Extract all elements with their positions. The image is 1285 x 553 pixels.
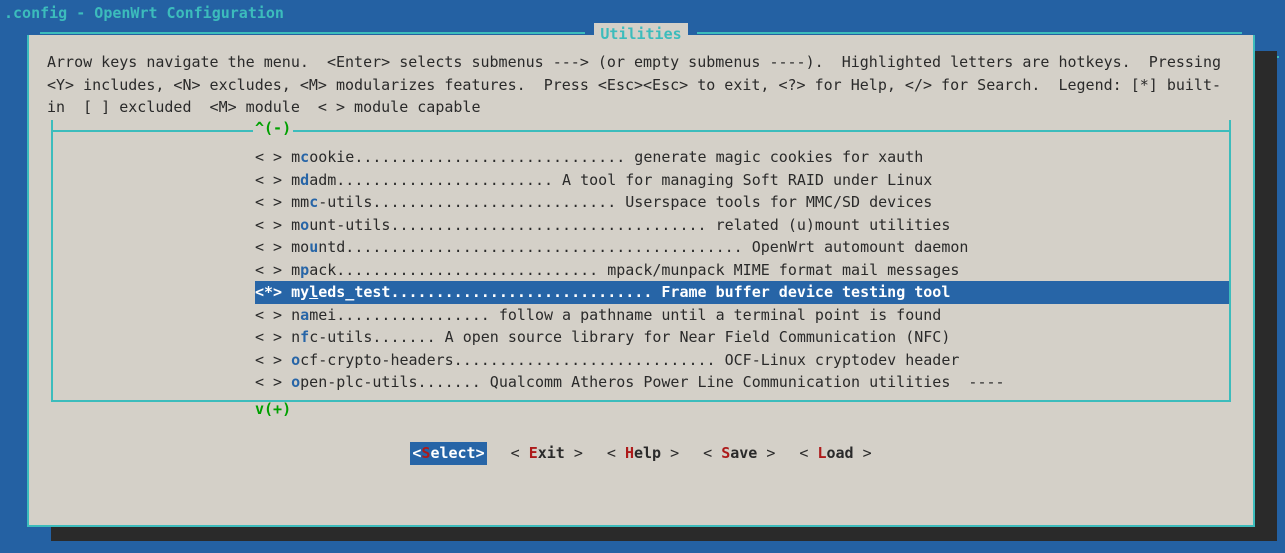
select-button[interactable]: <Select>: [410, 442, 486, 465]
item-label-pre: m: [291, 148, 300, 166]
utilities-panel: Utilities Arrow keys navigate the menu. …: [27, 35, 1255, 527]
angle-left-icon: <: [607, 444, 625, 462]
item-label-post: unt-utils...............................…: [309, 216, 950, 234]
item-checkbox[interactable]: < >: [255, 351, 291, 369]
panel-title-row: Utilities: [29, 23, 1253, 46]
item-label-pre: my: [291, 283, 309, 301]
item-hotkey: l: [309, 283, 318, 301]
item-label-pre: n: [291, 306, 300, 324]
item-hotkey: p: [300, 261, 309, 279]
item-label-post: adm........................ A tool for m…: [309, 171, 932, 189]
menu-item-namei[interactable]: < > namei................. follow a path…: [53, 304, 1229, 327]
scroll-up-icon[interactable]: ^(-): [253, 117, 293, 140]
item-checkbox[interactable]: < >: [255, 373, 291, 391]
menu-item-myleds_test[interactable]: <*> myleds_test.........................…: [53, 281, 1229, 304]
button-hotkey: S: [721, 444, 730, 462]
item-label-post: ntd.....................................…: [318, 238, 968, 256]
angle-right-icon: >: [854, 444, 872, 462]
angle-right-icon: >: [476, 444, 485, 462]
item-label-post: eds_test............................. Fr…: [318, 283, 950, 301]
angle-right-icon: >: [565, 444, 583, 462]
button-label-rest: xit: [538, 444, 565, 462]
menu-item-open-plc-utils[interactable]: < > open-plc-utils....... Qualcomm Ather…: [53, 371, 1229, 394]
menu-item-mountd[interactable]: < > mountd..............................…: [53, 236, 1229, 259]
item-checkbox[interactable]: < >: [255, 306, 291, 324]
config-title: .config - OpenWrt Configuration: [0, 0, 1285, 25]
item-label-pre: m: [291, 261, 300, 279]
item-label-post: mei................. follow a pathname u…: [309, 306, 941, 324]
item-label-post: cf-crypto-headers.......................…: [300, 351, 959, 369]
item-hotkey: c: [300, 148, 309, 166]
item-label-post: pen-plc-utils....... Qualcomm Atheros Po…: [300, 373, 950, 391]
item-checkbox[interactable]: <*>: [255, 283, 291, 301]
menu-item-mount-utils[interactable]: < > mount-utils.........................…: [53, 214, 1229, 237]
item-checkbox[interactable]: < >: [255, 171, 291, 189]
item-checkbox[interactable]: < >: [255, 328, 291, 346]
item-hotkey: u: [309, 238, 318, 256]
item-label-pre: m: [291, 216, 300, 234]
menu-item-mdadm[interactable]: < > mdadm........................ A tool…: [53, 169, 1229, 192]
item-label-post: c-utils....... A open source library for…: [309, 328, 950, 346]
item-hotkey: o: [291, 373, 300, 391]
menu-item-mcookie[interactable]: < > mcookie.............................…: [53, 146, 1229, 169]
item-label-pre: m: [291, 171, 300, 189]
item-hotkey: o: [291, 351, 300, 369]
button-hotkey: E: [529, 444, 538, 462]
help-text: Arrow keys navigate the menu. <Enter> se…: [29, 35, 1253, 125]
menu-item-mmc-utils[interactable]: < > mmc-utils...........................…: [53, 191, 1229, 214]
item-hotkey: d: [300, 171, 309, 189]
button-label-rest: oad: [826, 444, 853, 462]
button-bar: <Select>< Exit >< Help >< Save >< Load >: [29, 420, 1253, 465]
save-button[interactable]: < Save >: [703, 442, 775, 465]
exit-button[interactable]: < Exit >: [511, 442, 583, 465]
item-label-pre: n: [291, 328, 300, 346]
load-button[interactable]: < Load >: [799, 442, 871, 465]
item-checkbox[interactable]: < >: [255, 238, 291, 256]
help-button[interactable]: < Help >: [607, 442, 679, 465]
item-checkbox[interactable]: < >: [255, 261, 291, 279]
item-checkbox[interactable]: < >: [255, 193, 291, 211]
item-hotkey: f: [300, 328, 309, 346]
angle-left-icon: <: [799, 444, 817, 462]
button-label-rest: ave: [730, 444, 757, 462]
item-label-pre: mm: [291, 193, 309, 211]
menu-list-panel: ^(-) < > mcookie........................…: [51, 120, 1231, 402]
angle-right-icon: >: [661, 444, 679, 462]
button-label-rest: elp: [634, 444, 661, 462]
menu-item-mpack[interactable]: < > mpack............................. m…: [53, 259, 1229, 282]
item-label-post: ack............................. mpack/m…: [309, 261, 959, 279]
angle-left-icon: <: [511, 444, 529, 462]
button-label-rest: elect: [430, 444, 475, 462]
menu-top-border: ^(-): [53, 120, 1229, 143]
item-hotkey: o: [300, 216, 309, 234]
item-label-post: -utils........................... Usersp…: [318, 193, 932, 211]
menu-rows: < > mcookie.............................…: [53, 142, 1229, 396]
menu-item-nfc-utils[interactable]: < > nfc-utils....... A open source libra…: [53, 326, 1229, 349]
item-label-pre: mo: [291, 238, 309, 256]
item-hotkey: c: [309, 193, 318, 211]
item-checkbox[interactable]: < >: [255, 148, 291, 166]
item-hotkey: a: [300, 306, 309, 324]
menu-item-ocf-crypto-headers[interactable]: < > ocf-crypto-headers..................…: [53, 349, 1229, 372]
panel-title: Utilities: [594, 23, 687, 46]
button-hotkey: H: [625, 444, 634, 462]
submenu-indicator-icon: ----: [950, 373, 1004, 391]
terminal-root: .config - OpenWrt Configuration > Utilit…: [0, 0, 1285, 553]
angle-right-icon: >: [757, 444, 775, 462]
angle-left-icon: <: [703, 444, 721, 462]
item-label-post: ookie.............................. gene…: [309, 148, 923, 166]
item-checkbox[interactable]: < >: [255, 216, 291, 234]
